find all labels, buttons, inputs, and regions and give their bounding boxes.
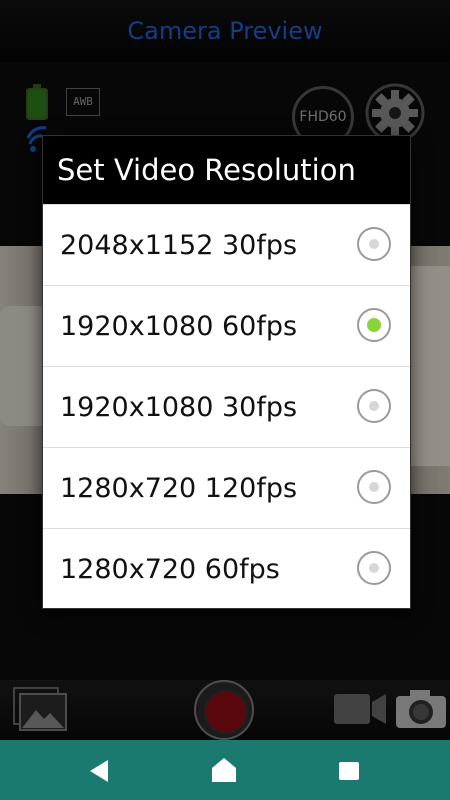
camera-app: Camera Preview AWB FHD60 Set Video Resol… [0,0,450,740]
option-label: 1280x720 60fps [60,554,280,585]
resolution-option-1280x720-60fps[interactable]: 1280x720 60fps [43,528,410,609]
option-label: 1920x1080 60fps [60,311,298,342]
radio-button[interactable] [357,470,391,504]
resolution-option-1280x720-120fps[interactable]: 1280x720 120fps [43,447,410,528]
resolution-option-1920x1080-30fps[interactable]: 1920x1080 30fps [43,366,410,447]
resolution-option-2048x1152-30fps[interactable]: 2048x1152 30fps [43,204,410,285]
radio-button[interactable] [357,227,391,261]
dialog-title: Set Video Resolution [43,136,410,204]
option-label: 1920x1080 30fps [60,392,298,423]
video-resolution-dialog: Set Video Resolution 2048x1152 30fps 192… [43,136,410,608]
back-triangle-icon[interactable] [88,758,110,784]
resolution-option-1920x1080-60fps[interactable]: 1920x1080 60fps [43,285,410,366]
radio-button-selected[interactable] [357,308,391,342]
option-label: 1280x720 120fps [60,473,298,504]
radio-button[interactable] [357,389,391,423]
option-label: 2048x1152 30fps [60,230,298,261]
home-icon[interactable] [210,756,238,784]
radio-button[interactable] [357,551,391,585]
recent-apps-icon[interactable] [339,762,359,780]
